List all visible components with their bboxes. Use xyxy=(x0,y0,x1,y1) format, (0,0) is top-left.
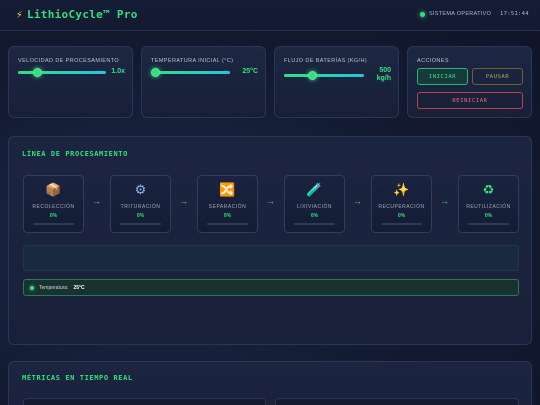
speed-card: VELOCIDAD DE PROCESAMIENTO 1.0x xyxy=(8,46,133,118)
lightning-icon: ⚡ xyxy=(16,8,23,21)
metrics-section: MÉTRICAS EN TIEMPO REAL xyxy=(8,361,532,405)
recycle-icon: ♻ xyxy=(482,183,495,198)
temperature-label: TEMPERATURA INICIAL (°C) xyxy=(151,58,234,64)
temperature-indicator-value: 25°C xyxy=(73,284,85,291)
stage-progress-bar xyxy=(381,223,422,225)
app-header: ⚡ LithioCycle™ Pro SISTEMA OPERATIVO 17:5… xyxy=(0,0,540,31)
speed-slider[interactable] xyxy=(18,68,106,77)
flow-arrow-icon: → xyxy=(353,196,362,206)
stage-name: TRITURACIÓN xyxy=(120,204,161,210)
stage-name: SEPARACIÓN xyxy=(208,204,247,210)
status-dot-icon xyxy=(420,11,425,17)
temperature-slider-fill xyxy=(151,71,230,74)
start-button[interactable]: INICIAR xyxy=(417,68,468,85)
sparkles-icon: ✨ xyxy=(393,183,410,198)
stage-name: RECUPERACIÓN xyxy=(378,204,425,210)
flow-label: FLUJO DE BATERÍAS (KG/H) xyxy=(284,58,368,64)
temperature-value: 25°C xyxy=(242,68,258,75)
temperature-indicator-label: Temperatura: xyxy=(39,284,69,291)
stage-progress-bar xyxy=(33,223,74,225)
stage-progress-bar xyxy=(207,223,248,225)
metric-card xyxy=(23,398,266,405)
stage-progress-value: 0% xyxy=(484,213,493,219)
test-tube-icon: 🧪 xyxy=(306,183,323,198)
reset-button[interactable]: REINICIAR xyxy=(417,92,523,109)
stage-progress-value: 0% xyxy=(223,213,232,219)
stage-progress-value: 0% xyxy=(397,213,406,219)
stage-progress-value: 0% xyxy=(136,213,145,219)
stage-card: ♻ REUTILIZACIÓN 0% xyxy=(458,175,519,233)
speed-slider-fill xyxy=(18,71,106,74)
stage-progress-bar xyxy=(120,223,161,225)
stage-card: ⚙ TRITURACIÓN 0% xyxy=(110,175,171,233)
flow-slider-fill xyxy=(284,74,364,77)
flow-slider-thumb[interactable] xyxy=(307,71,317,80)
temperature-dot-icon xyxy=(30,285,34,290)
stage-card: 🔀 SEPARACIÓN 0% xyxy=(197,175,258,233)
processing-line-section: LÍNEA DE PROCESAMIENTO 📦 RECOLECCIÓN 0% → ⚙ T… xyxy=(8,136,532,345)
shuffle-icon: 🔀 xyxy=(219,183,236,198)
pause-button[interactable]: PAUSAR xyxy=(472,68,523,85)
flow-value: 500 xyxy=(379,67,391,74)
stage-card: 🧪 LIXIVIACIÓN 0% xyxy=(284,175,345,233)
flow-arrow-icon: → xyxy=(179,196,188,206)
metric-card xyxy=(275,398,519,405)
flow-card: FLUJO DE BATERÍAS (KG/H) 500 kg/h xyxy=(274,46,399,118)
brand-title: ⚡ LithioCycle™ Pro xyxy=(16,8,138,21)
temperature-indicator: Temperatura: 25°C xyxy=(23,279,519,296)
flow-visualization xyxy=(23,245,519,271)
flow-unit: kg/h xyxy=(376,75,391,82)
stage-card: ✨ RECUPERACIÓN 0% xyxy=(371,175,432,233)
flow-slider[interactable] xyxy=(284,71,364,80)
stage-name: REUTILIZACIÓN xyxy=(466,204,511,210)
status-text: SISTEMA OPERATIVO xyxy=(429,11,492,17)
flow-arrow-icon: → xyxy=(92,196,101,206)
stage-progress-value: 0% xyxy=(49,213,58,219)
flow-arrow-icon: → xyxy=(266,196,275,206)
system-status: SISTEMA OPERATIVO xyxy=(420,11,491,17)
processing-line-title: LÍNEA DE PROCESAMIENTO xyxy=(22,150,128,158)
temperature-slider[interactable] xyxy=(151,68,230,77)
speed-label: VELOCIDAD DE PROCESAMIENTO xyxy=(18,58,120,64)
stage-card: 📦 RECOLECCIÓN 0% xyxy=(23,175,84,233)
speed-value: 1.0x xyxy=(111,68,125,75)
actions-label: ACCIONES xyxy=(417,58,449,64)
stage-name: LIXIVIACIÓN xyxy=(297,204,332,210)
package-icon: 📦 xyxy=(45,183,62,198)
temperature-slider-thumb[interactable] xyxy=(151,68,161,77)
flow-arrow-icon: → xyxy=(440,196,449,206)
metrics-title: MÉTRICAS EN TIEMPO REAL xyxy=(22,374,133,382)
stage-progress-value: 0% xyxy=(310,213,319,219)
temperature-card: TEMPERATURA INICIAL (°C) 25°C xyxy=(141,46,266,118)
clock: 17:51:44 xyxy=(500,11,529,17)
stage-name: RECOLECCIÓN xyxy=(32,204,75,210)
actions-card: ACCIONES INICIAR PAUSAR REINICIAR xyxy=(407,46,532,118)
stage-progress-bar xyxy=(294,223,335,225)
brand-name: LithioCycle™ Pro xyxy=(26,8,138,21)
gear-icon: ⚙ xyxy=(134,183,147,198)
stage-progress-bar xyxy=(468,223,509,225)
speed-slider-thumb[interactable] xyxy=(32,68,42,77)
